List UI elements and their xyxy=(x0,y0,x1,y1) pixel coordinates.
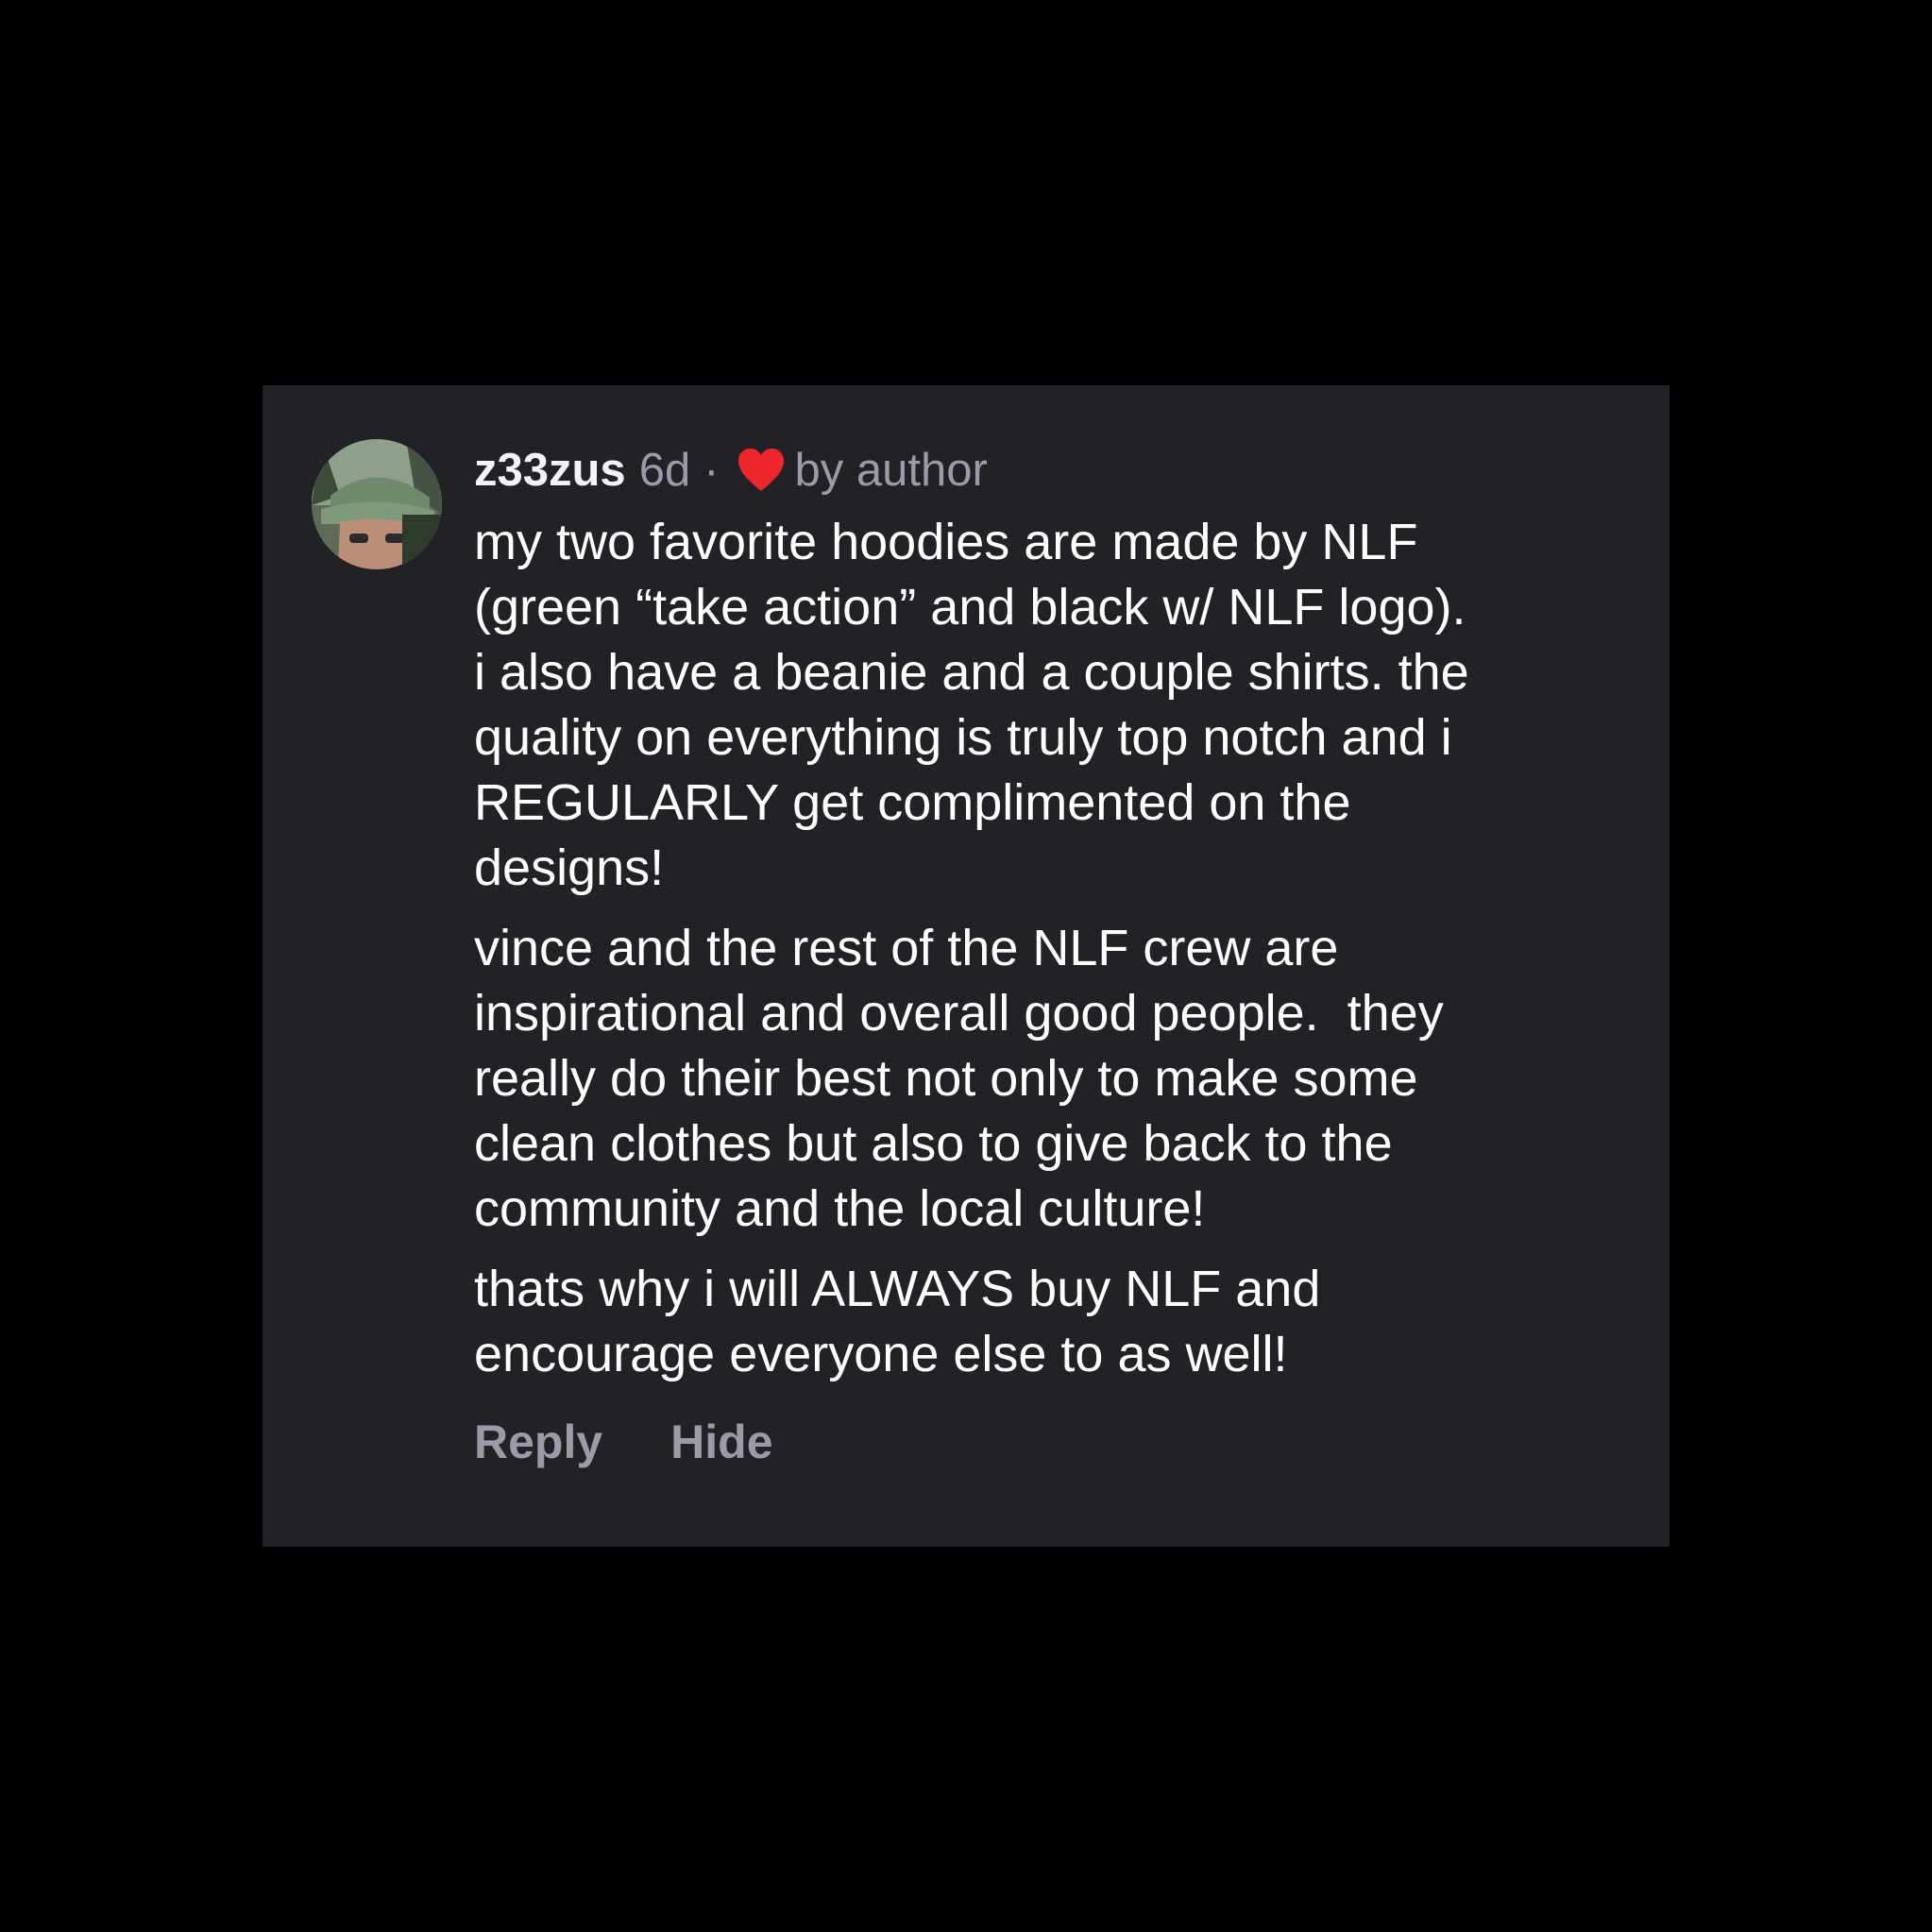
heart-icon xyxy=(737,448,786,493)
comment-paragraph: my two favorite hoodies are made by NLF … xyxy=(474,514,1469,896)
comment-paragraph: thats why i will ALWAYS buy NLF and enco… xyxy=(474,1261,1321,1382)
liked-by-author-label: by author xyxy=(794,445,988,496)
comment-header: z33zus 6d · by author xyxy=(474,440,1645,500)
comment-body: my two favorite hoodies are made by NLF … xyxy=(474,510,1645,1387)
avatar-image xyxy=(312,439,442,569)
comment-actions: Reply Hide xyxy=(474,1412,1645,1472)
comment-paragraph: vince and the rest of the NLF crew are i… xyxy=(474,920,1444,1237)
separator: · xyxy=(703,445,720,496)
comment-age: 6d xyxy=(638,445,691,496)
avatar[interactable] xyxy=(312,439,442,569)
reply-button[interactable]: Reply xyxy=(474,1412,602,1472)
username[interactable]: z33zus xyxy=(474,440,626,500)
comment-card: z33zus 6d · by author my two favorite ho… xyxy=(263,385,1669,1547)
hide-button[interactable]: Hide xyxy=(670,1412,772,1472)
comment-content: z33zus 6d · by author my two favorite ho… xyxy=(474,440,1645,1472)
